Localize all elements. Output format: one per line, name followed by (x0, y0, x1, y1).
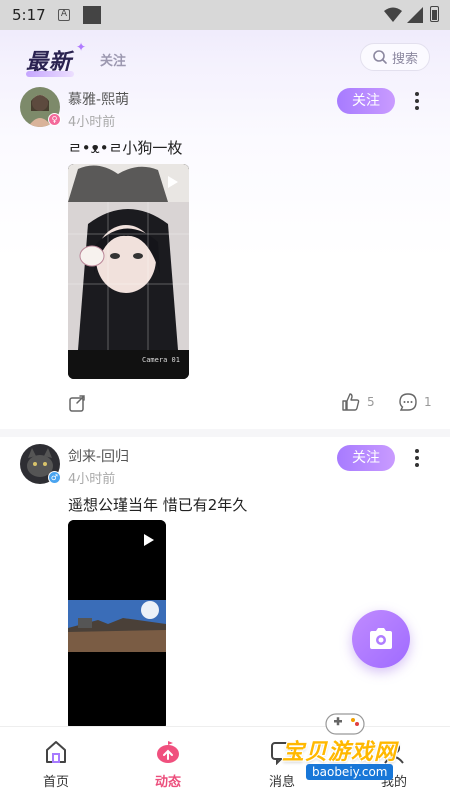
username[interactable]: 剑来-回归 (68, 446, 129, 466)
search-label: 搜索 (391, 51, 418, 67)
camera-caption: Camera 01 (142, 356, 180, 364)
comment-button[interactable]: 1 (398, 392, 432, 412)
sparkle-icon: ✦ (76, 40, 87, 54)
camera-button[interactable] (352, 610, 410, 668)
search-button[interactable]: 搜索 (360, 43, 430, 71)
gender-male-icon: ♂ (48, 471, 61, 484)
follow-button[interactable]: 关注 (337, 88, 395, 114)
comment-icon (399, 393, 417, 411)
share-button[interactable] (68, 393, 88, 413)
nav-feed[interactable]: 动态 (138, 739, 198, 790)
more-options-icon[interactable] (411, 447, 423, 469)
post-text: ㄹ•ᴥ•ㄹ小狗一枚 (68, 139, 183, 157)
status-time: 5:17 (12, 6, 46, 24)
status-bar: 5:17 A (0, 0, 450, 30)
watermark-url: baobeiy.com (306, 764, 394, 780)
nav-home-label: 首页 (42, 775, 69, 790)
watermark-text: 宝贝游戏网 (282, 740, 398, 765)
thumbs-up-icon (342, 393, 360, 411)
gender-female-icon: ♀ (48, 113, 61, 126)
watermark-logo: 宝贝游戏网 baobeiy.com (282, 706, 442, 786)
comment-count: 1 (424, 395, 432, 409)
tab-follow[interactable]: 关注 (100, 50, 126, 69)
notification-square-icon (83, 6, 101, 24)
nav-feed-label: 动态 (154, 775, 181, 790)
feed-icon (157, 741, 179, 763)
tab-latest[interactable]: 最新 (26, 44, 72, 76)
username[interactable]: 慕雅-熙萌 (68, 89, 129, 109)
battery-icon (430, 6, 439, 22)
camera-icon (370, 628, 392, 649)
play-icon (144, 534, 154, 546)
like-button[interactable]: 5 (341, 392, 375, 412)
post-text: 遥想公瑾当年 惜已有2年久 (68, 496, 248, 514)
search-icon (373, 50, 387, 64)
post-divider (0, 429, 450, 437)
wifi-icon (384, 7, 402, 22)
post-video-thumbnail[interactable] (68, 520, 166, 730)
more-options-icon[interactable] (411, 90, 423, 112)
home-icon (46, 741, 66, 763)
notification-a-icon: A (58, 9, 70, 21)
follow-button[interactable]: 关注 (337, 445, 395, 471)
post-video-thumbnail[interactable]: Camera 01 (68, 164, 189, 379)
like-count: 5 (367, 395, 375, 409)
nav-home[interactable]: 首页 (26, 739, 86, 790)
signal-icon (407, 7, 423, 23)
post-time: 4小时前 (68, 472, 116, 487)
top-header: 最新 ✦ 关注 搜索 (0, 30, 450, 85)
play-icon (168, 176, 178, 188)
post-time: 4小时前 (68, 115, 116, 130)
share-icon (69, 395, 85, 412)
